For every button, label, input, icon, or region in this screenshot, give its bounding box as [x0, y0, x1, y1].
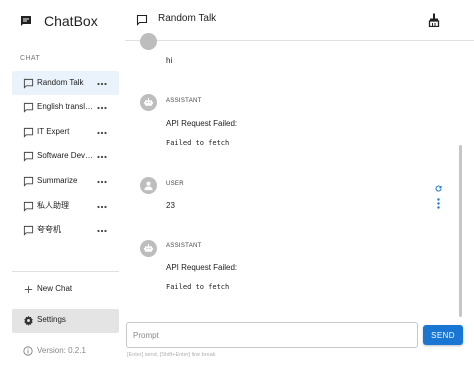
message-text: hi: [166, 56, 173, 65]
chat-outline-icon: [23, 102, 34, 113]
more-horizontal-icon[interactable]: [97, 175, 107, 187]
chat-outline-icon: [23, 176, 34, 187]
app-title: ChatBox: [44, 13, 98, 29]
chat-bubble-icon: [20, 15, 32, 27]
version-info: Version: 0.2.1: [12, 340, 119, 360]
user-avatar: [140, 177, 157, 194]
info-icon: [23, 346, 33, 356]
clean-brush-icon[interactable]: [428, 13, 440, 27]
input-hint: [Enter] send, [Shift+Enter] line break: [127, 352, 216, 358]
chat-outline-icon: [23, 127, 34, 138]
prompt-input[interactable]: [126, 322, 418, 348]
sidebar-item-label: English translator: [37, 102, 97, 111]
sidebar: ChatBox CHAT Random Talk English transla…: [0, 0, 125, 379]
sidebar-item-software-developer[interactable]: Software Developer: [12, 144, 119, 168]
sidebar-item-label: IT Expert: [37, 127, 70, 136]
chat-outline-icon: [23, 78, 34, 89]
sidebar-item-english-translator[interactable]: English translator: [12, 95, 119, 119]
avatar: [140, 33, 157, 50]
robot-icon: [143, 97, 154, 106]
assistant-avatar: [140, 94, 157, 111]
gear-icon: [23, 315, 34, 326]
sidebar-item-it-expert[interactable]: IT Expert: [12, 120, 119, 144]
message-error-detail: Failed to fetch: [166, 139, 230, 147]
sidebar-item-label: Software Developer: [37, 151, 97, 160]
new-chat-button[interactable]: New Chat: [12, 278, 119, 302]
chat-header: Random Talk: [125, 0, 474, 41]
message-scrollbar[interactable]: [459, 145, 462, 317]
more-horizontal-icon[interactable]: [97, 200, 107, 212]
chat-outline-icon: [23, 225, 34, 236]
chat-outline-icon: [23, 151, 34, 162]
refresh-icon[interactable]: [434, 180, 443, 192]
chat-icon: [136, 14, 148, 26]
send-button[interactable]: SEND: [423, 325, 463, 345]
sidebar-item-personal-assistant[interactable]: 私人助理: [12, 194, 119, 218]
more-horizontal-icon[interactable]: [97, 150, 107, 162]
message-text: API Request Failed:: [166, 119, 238, 128]
more-horizontal-icon[interactable]: [97, 224, 107, 236]
settings-label: Settings: [37, 315, 66, 324]
sidebar-item-label: 夸夸机: [37, 225, 61, 234]
more-horizontal-icon[interactable]: [97, 101, 107, 113]
new-chat-label: New Chat: [37, 284, 73, 293]
assistant-avatar: [140, 240, 157, 257]
sidebar-item-label: Random Talk: [37, 78, 84, 87]
more-horizontal-icon[interactable]: [97, 126, 107, 138]
message-text: 23: [166, 201, 175, 210]
settings-button[interactable]: Settings: [12, 309, 119, 333]
sidebar-item-label: Summarize: [37, 176, 78, 185]
chat-outline-icon: [23, 201, 34, 212]
sidebar-item-summarize[interactable]: Summarize: [12, 169, 119, 193]
message-role: ASSISTANT: [166, 243, 202, 249]
person-icon: [144, 181, 153, 191]
sidebar-item-praise-bot[interactable]: 夸夸机: [12, 218, 119, 242]
message-text: API Request Failed:: [166, 263, 238, 272]
page-title: Random Talk: [158, 13, 217, 24]
app-brand: ChatBox: [20, 11, 98, 31]
version-label: Version: 0.2.1: [37, 346, 86, 355]
sidebar-item-label: 私人助理: [37, 201, 69, 210]
chat-section-label: CHAT: [20, 55, 41, 62]
plus-icon: [23, 284, 34, 295]
more-vertical-icon[interactable]: [436, 196, 441, 209]
sidebar-item-random-talk[interactable]: Random Talk: [12, 71, 119, 95]
more-horizontal-icon[interactable]: [97, 77, 107, 89]
sidebar-divider: [12, 271, 119, 272]
message-role: USER: [166, 181, 184, 187]
message-error-detail: Failed to fetch: [166, 283, 230, 291]
robot-icon: [143, 243, 154, 252]
message-role: ASSISTANT: [166, 98, 202, 104]
